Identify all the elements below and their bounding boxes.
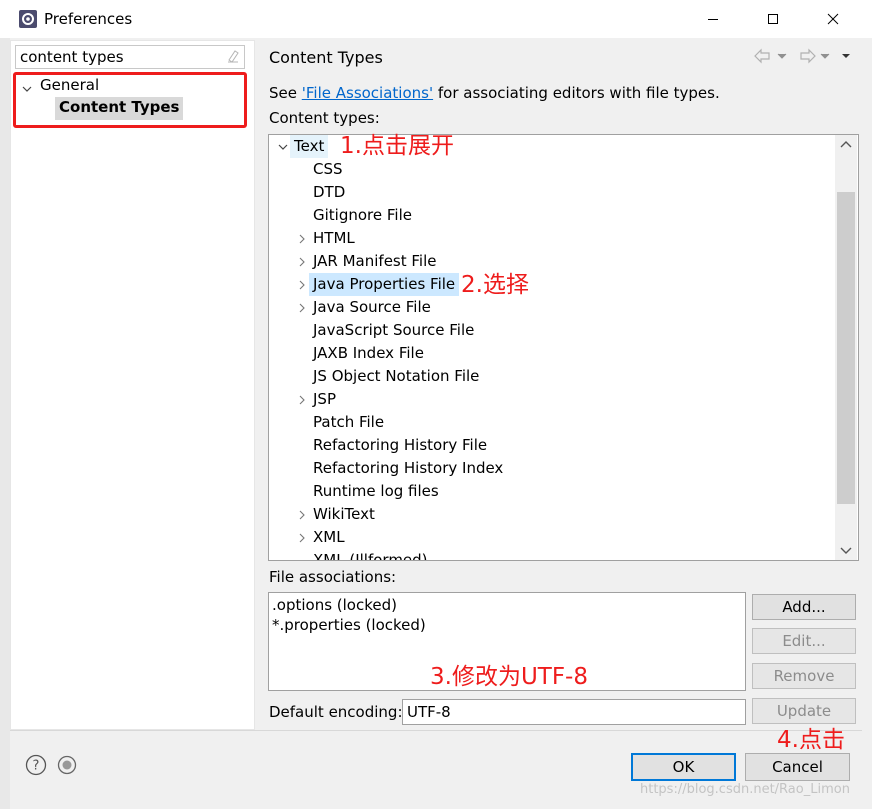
view-menu-icon[interactable] <box>842 54 850 58</box>
add-button[interactable]: Add... <box>752 594 856 620</box>
scroll-down-icon[interactable] <box>838 542 854 558</box>
file-associations-label: File associations: <box>269 568 397 586</box>
ok-button[interactable]: OK <box>631 753 736 781</box>
tree-item[interactable]: Patch File <box>313 411 384 434</box>
window-edge <box>0 38 10 809</box>
annotation-step-4: 4.点击 <box>777 727 845 753</box>
tree-item[interactable]: JAR Manifest File <box>313 250 437 273</box>
tree-item[interactable]: CSS <box>313 158 343 181</box>
chevron-right-icon[interactable] <box>297 388 307 411</box>
chevron-right-icon[interactable] <box>297 227 307 250</box>
tree-item[interactable]: HTML <box>313 227 355 250</box>
chevron-right-icon[interactable] <box>297 296 307 319</box>
clear-filter-icon[interactable] <box>225 48 241 64</box>
scroll-up-icon[interactable] <box>838 137 854 153</box>
tree-item[interactable]: JAXB Index File <box>313 342 424 365</box>
page-title: Content Types <box>269 48 383 67</box>
filter-input[interactable] <box>15 45 245 69</box>
tree-item[interactable]: Refactoring History Index <box>313 457 503 480</box>
tree-item[interactable]: Refactoring History File <box>313 434 487 457</box>
tree-item[interactable]: Runtime log files <box>313 480 439 503</box>
watermark: https://blog.csdn.net/Rao_Limon <box>640 782 850 797</box>
annotation-step-1: 1.点击展开 <box>340 133 454 159</box>
list-item[interactable]: *.properties (locked) <box>272 615 426 635</box>
close-icon <box>827 13 839 25</box>
description-text: See 'File Associations' for associating … <box>269 84 720 102</box>
window-title: Preferences <box>44 10 133 28</box>
tree-item[interactable]: XML (Illformed) <box>313 549 428 560</box>
tree-item[interactable]: Gitignore File <box>313 204 412 227</box>
chevron-right-icon[interactable] <box>297 250 307 273</box>
import-export-icon[interactable] <box>57 755 77 775</box>
list-item[interactable]: .options (locked) <box>272 595 397 615</box>
description-prefix: See <box>269 84 302 102</box>
cancel-button[interactable]: Cancel <box>745 753 850 781</box>
eclipse-app-icon <box>18 9 38 29</box>
divider <box>10 730 862 731</box>
maximize-button[interactable] <box>750 0 796 38</box>
chevron-right-icon[interactable] <box>297 273 307 296</box>
maximize-icon <box>768 14 778 24</box>
annotation-step-3: 3.修改为UTF-8 <box>430 664 588 690</box>
annotation-step-2: 2.选择 <box>461 272 529 298</box>
file-associations-link[interactable]: 'File Associations' <box>302 84 433 102</box>
scrollbar-thumb[interactable] <box>837 192 855 504</box>
default-encoding-input[interactable] <box>402 699 746 725</box>
svg-text:?: ? <box>33 759 40 774</box>
remove-button[interactable]: Remove <box>752 663 856 689</box>
back-dropdown-icon[interactable] <box>777 53 787 59</box>
tree-item[interactable]: JSP <box>313 388 336 411</box>
preferences-tree-pane <box>10 40 255 730</box>
tree-item[interactable]: JS Object Notation File <box>313 365 479 388</box>
tree-item[interactable]: JavaScript Source File <box>313 319 474 342</box>
default-encoding-label: Default encoding: <box>269 703 403 721</box>
history-navigation <box>752 46 856 66</box>
edit-button[interactable]: Edit... <box>752 628 856 654</box>
chevron-right-icon[interactable] <box>297 526 307 549</box>
forward-arrow-icon[interactable] <box>800 48 816 64</box>
forward-dropdown-icon[interactable] <box>820 53 830 59</box>
minimize-icon <box>708 19 718 20</box>
tree-item[interactable]: XML <box>313 526 345 549</box>
tree-item[interactable]: Text <box>290 135 329 158</box>
tree-item[interactable]: WikiText <box>313 503 375 526</box>
tree-item[interactable]: Java Source File <box>313 296 431 319</box>
description-suffix: for associating editors with file types. <box>433 84 720 102</box>
tree-item[interactable]: Java Properties File <box>309 273 460 296</box>
minimize-button[interactable] <box>690 0 736 38</box>
back-arrow-icon[interactable] <box>754 48 770 64</box>
content-types-label: Content types: <box>269 109 380 127</box>
tree-item[interactable]: DTD <box>313 181 345 204</box>
chevron-right-icon[interactable] <box>297 503 307 526</box>
close-button[interactable] <box>810 0 856 38</box>
help-icon[interactable]: ? <box>25 754 47 776</box>
annotation-highlight-box <box>13 72 247 128</box>
update-button[interactable]: Update <box>752 698 856 724</box>
chevron-down-icon[interactable] <box>278 135 288 158</box>
